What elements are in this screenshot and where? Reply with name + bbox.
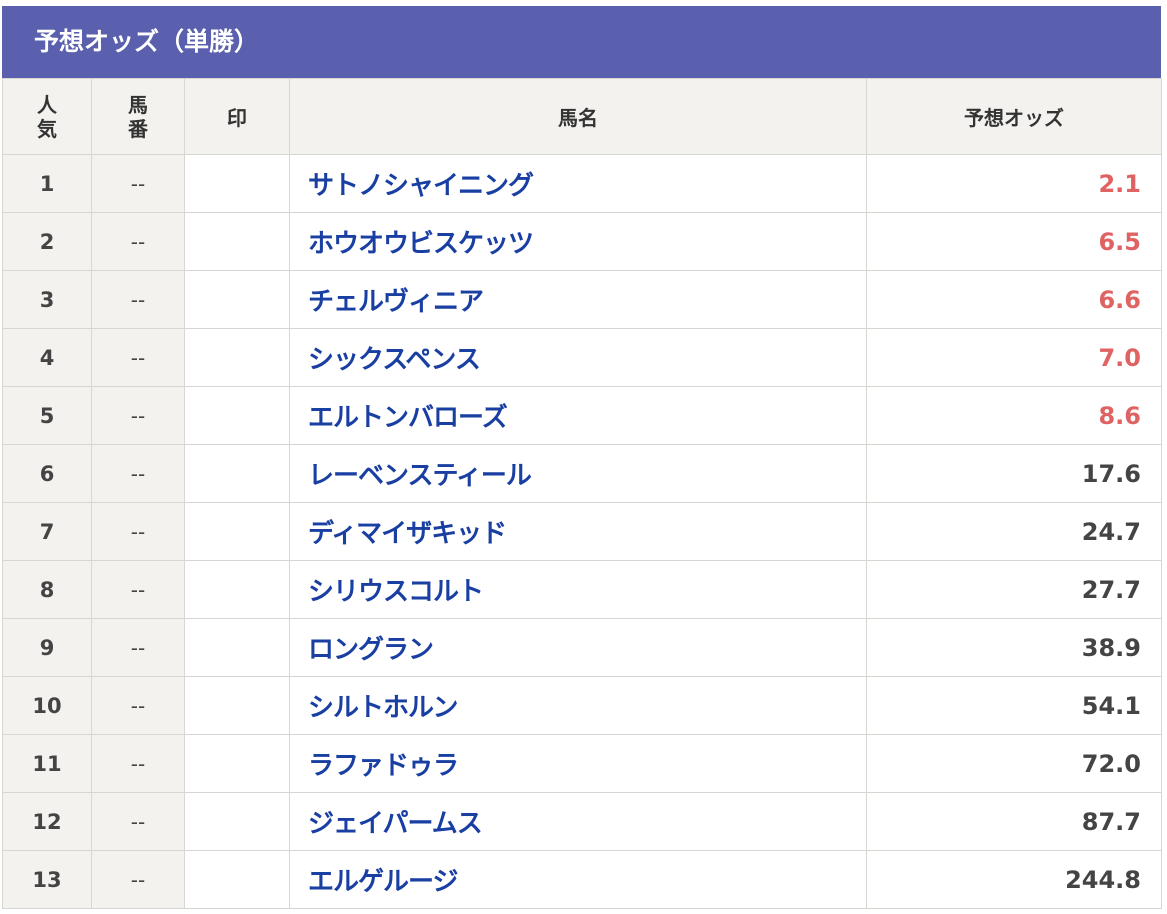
mark-cell [184,328,290,387]
odds-cell: 72.0 [866,734,1162,793]
table-row: 5 -- エルトンバローズ 8.6 [2,386,1162,445]
table-header-row: 人 気 馬 番 印 馬名 予想オッズ [2,78,1162,155]
mark-cell [184,270,290,329]
umaban-cell: -- [91,618,185,677]
odds-cell: 2.1 [866,154,1162,213]
rank-cell: 9 [2,618,92,677]
horse-name-link[interactable]: シリウスコルト [289,560,867,619]
odds-cell: 17.6 [866,444,1162,503]
rank-cell: 13 [2,850,92,909]
umaban-cell: -- [91,386,185,445]
odds-cell: 244.8 [866,850,1162,909]
header-umaban-line2: 番 [128,116,148,141]
mark-cell [184,386,290,445]
mark-cell [184,154,290,213]
umaban-cell: -- [91,734,185,793]
odds-cell: 38.9 [866,618,1162,677]
umaban-cell: -- [91,328,185,387]
umaban-cell: -- [91,444,185,503]
table-row: 3 -- チェルヴィニア 6.6 [2,270,1162,329]
header-rank: 人 気 [2,78,92,155]
mark-cell [184,560,290,619]
odds-cell: 24.7 [866,502,1162,561]
horse-name-link[interactable]: シルトホルン [289,676,867,735]
horse-name-link[interactable]: シックスペンス [289,328,867,387]
header-odds: 予想オッズ [866,78,1162,155]
header-mark: 印 [184,78,290,155]
odds-cell: 6.5 [866,212,1162,271]
table-row: 7 -- ディマイザキッド 24.7 [2,502,1162,561]
rank-cell: 12 [2,792,92,851]
horse-name-link[interactable]: チェルヴィニア [289,270,867,329]
umaban-cell: -- [91,560,185,619]
rank-cell: 11 [2,734,92,793]
rank-cell: 2 [2,212,92,271]
table-row: 1 -- サトノシャイニング 2.1 [2,154,1162,213]
horse-name-link[interactable]: レーベンスティール [289,444,867,503]
rank-cell: 10 [2,676,92,735]
mark-cell [184,792,290,851]
horse-name-link[interactable]: ディマイザキッド [289,502,867,561]
mark-cell [184,502,290,561]
odds-cell: 27.7 [866,560,1162,619]
rank-cell: 1 [2,154,92,213]
table-row: 2 -- ホウオウビスケッツ 6.5 [2,212,1162,271]
table-body: 1 -- サトノシャイニング 2.1 2 -- ホウオウビスケッツ 6.5 3 -- チェルヴィニア… [2,154,1162,909]
umaban-cell: -- [91,270,185,329]
header-horse-name: 馬名 [289,78,867,155]
rank-cell: 3 [2,270,92,329]
umaban-cell: -- [91,212,185,271]
odds-cell: 7.0 [866,328,1162,387]
header-rank-line2: 気 [37,116,57,141]
horse-name-link[interactable]: エルトンバローズ [289,386,867,445]
umaban-cell: -- [91,792,185,851]
table-row: 6 -- レーベンスティール 17.6 [2,444,1162,503]
umaban-cell: -- [91,676,185,735]
table-row: 8 -- シリウスコルト 27.7 [2,560,1162,619]
table-row: 9 -- ロングラン 38.9 [2,618,1162,677]
horse-name-link[interactable]: サトノシャイニング [289,154,867,213]
mark-cell [184,850,290,909]
header-umaban: 馬 番 [91,78,185,155]
odds-table: 人 気 馬 番 印 馬名 予想オッズ 1 -- サトノシャイニング 2.1 2 -- ホウオ… [2,78,1162,909]
odds-cell: 6.6 [866,270,1162,329]
rank-cell: 5 [2,386,92,445]
table-row: 10 -- シルトホルン 54.1 [2,676,1162,735]
rank-cell: 4 [2,328,92,387]
table-row: 4 -- シックスペンス 7.0 [2,328,1162,387]
mark-cell [184,676,290,735]
mark-cell [184,734,290,793]
table-row: 11 -- ラファドゥラ 72.0 [2,734,1162,793]
rank-cell: 8 [2,560,92,619]
horse-name-link[interactable]: ラファドゥラ [289,734,867,793]
odds-cell: 8.6 [866,386,1162,445]
rank-cell: 7 [2,502,92,561]
odds-cell: 87.7 [866,792,1162,851]
umaban-cell: -- [91,502,185,561]
header-umaban-line1: 馬 [128,92,148,117]
mark-cell [184,618,290,677]
horse-name-link[interactable]: ジェイパームス [289,792,867,851]
table-row: 12 -- ジェイパームス 87.7 [2,792,1162,851]
header-rank-line1: 人 [37,92,57,117]
rank-cell: 6 [2,444,92,503]
horse-name-link[interactable]: エルゲルージ [289,850,867,909]
odds-panel: 予想オッズ（単勝） 人 気 馬 番 印 馬名 予想オッズ 1 -- サトノシャイ… [2,6,1162,909]
panel-title: 予想オッズ（単勝） [2,6,1161,78]
umaban-cell: -- [91,850,185,909]
table-row: 13 -- エルゲルージ 244.8 [2,850,1162,909]
odds-cell: 54.1 [866,676,1162,735]
horse-name-link[interactable]: ロングラン [289,618,867,677]
horse-name-link[interactable]: ホウオウビスケッツ [289,212,867,271]
mark-cell [184,212,290,271]
mark-cell [184,444,290,503]
umaban-cell: -- [91,154,185,213]
